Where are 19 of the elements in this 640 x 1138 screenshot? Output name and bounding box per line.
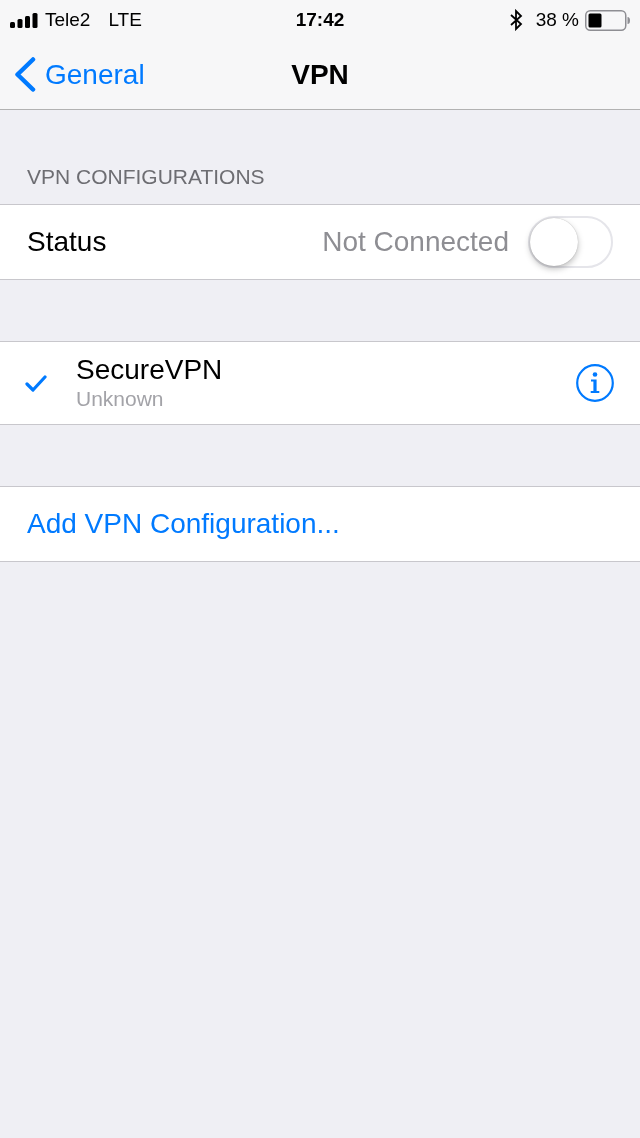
- status-toggle[interactable]: [528, 216, 613, 268]
- carrier-text: Tele2: [45, 7, 91, 32]
- checkmark-icon: [25, 374, 47, 392]
- network-text: LTE: [108, 7, 142, 32]
- configuration-name: SecureVPN: [76, 354, 223, 386]
- status-value: Not Connected: [322, 225, 509, 259]
- configuration-detail: Unknown: [76, 386, 165, 412]
- section-header: VPN CONFIGURATIONS: [27, 163, 265, 190]
- battery-icon: [585, 9, 630, 31]
- status-label: Status: [27, 225, 107, 259]
- back-button[interactable]: General: [14, 53, 145, 96]
- bluetooth-icon: [509, 9, 523, 31]
- battery-percent-text: 38 %: [535, 7, 579, 32]
- signal-icon: [10, 12, 38, 28]
- vpn-configuration-row[interactable]: SecureVPN Unknown: [0, 341, 640, 425]
- back-chevron-icon: [14, 57, 36, 92]
- info-icon[interactable]: [576, 364, 614, 402]
- page-title: VPN: [291, 57, 349, 92]
- clock-text: 17:42: [295, 7, 345, 32]
